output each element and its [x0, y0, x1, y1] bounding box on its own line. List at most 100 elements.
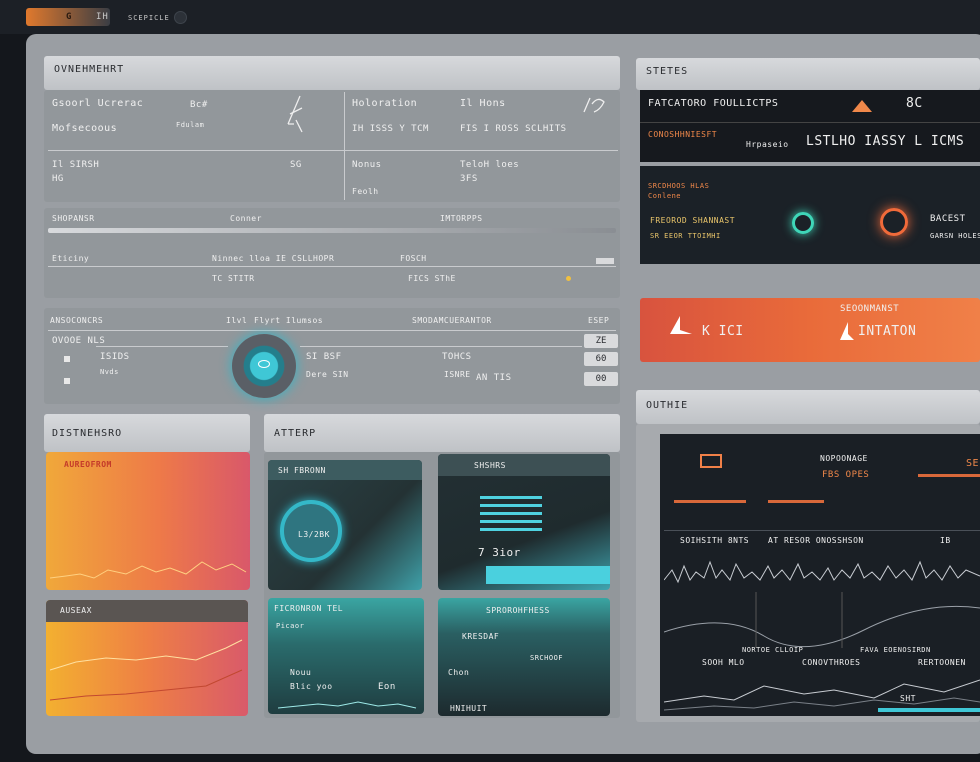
attend-card[interactable]: SPROROHFHESS KRESDAF SRCHOOF Chon HNIHUI…	[438, 598, 610, 716]
divider	[300, 346, 582, 347]
chart-label: SHT	[900, 694, 916, 703]
chart-label: IB	[940, 536, 951, 545]
outline-header: OUTHIE	[636, 390, 980, 424]
detail-label: FREOROD SHANNAST	[650, 216, 736, 225]
pen-icon[interactable]	[280, 94, 308, 140]
distress-title: DISTNEHSRO	[52, 428, 123, 439]
table-cell: FOSCH	[400, 254, 427, 263]
card-text: KRESDAF	[462, 632, 500, 641]
bar	[768, 500, 824, 503]
column-header: ANSOCONCRS	[50, 316, 104, 325]
table-panel	[44, 208, 620, 298]
eye-icon	[258, 360, 270, 368]
divider	[48, 266, 616, 267]
chart-label: RERTOONEN	[918, 658, 966, 667]
column-header: SHOPANSR	[52, 214, 95, 223]
mini-bar	[596, 258, 614, 264]
metric-label: OVOOE NLS	[52, 336, 106, 346]
card-text: Chon	[448, 668, 470, 677]
overview-value: SG	[290, 160, 302, 170]
overview-label: Holoration	[352, 98, 418, 109]
metric-button[interactable]: ZE	[584, 334, 618, 348]
column-header: ESEP	[588, 316, 610, 325]
bar	[480, 496, 542, 499]
card-title: AUSEAX	[60, 606, 92, 615]
distress-header: DISTNEHSRO	[44, 414, 250, 452]
overview-label: Nonus	[352, 160, 382, 170]
overview-title: OVNEHMEHRT	[54, 64, 125, 75]
card-title: SH FBRONN	[278, 466, 326, 475]
chart-label: NOPOONAGE	[820, 454, 868, 463]
detail-label: SR EEOR TTOIMHI	[650, 232, 721, 240]
chart-value: SE	[966, 458, 980, 469]
overview-label: Il SIRSH	[52, 160, 100, 170]
metric-button[interactable]: 00	[584, 372, 618, 386]
chart-label: SOIHSITH 8NTS	[680, 536, 750, 545]
card-title: SPROROHFHESS	[486, 606, 550, 615]
card-text: SRCHOOF	[530, 654, 564, 662]
alert-label: SEOONMANST	[840, 304, 900, 314]
divider	[664, 530, 980, 531]
card-value: Eon	[378, 682, 396, 692]
column-header: IMTORPPS	[440, 214, 483, 223]
link-icon[interactable]	[578, 94, 610, 116]
banner-title: FATCATORO FOULLICTPS	[648, 98, 779, 109]
divider	[344, 92, 345, 200]
overview-label: Mofsecoous	[52, 123, 118, 134]
chart-icon	[700, 454, 722, 468]
network-chart	[664, 679, 980, 712]
warning-icon	[852, 100, 872, 112]
detail-label: SRCDHOOS HLAS	[648, 182, 710, 190]
chart-label: NORTOE CLLOIP	[742, 646, 804, 654]
attend-card[interactable]: SH FBRONN L3/2BK	[268, 460, 422, 590]
metric-label: ISIDS	[100, 352, 130, 362]
distress-card[interactable]: AUSEAX	[46, 600, 248, 716]
table-cell: Ninnec lloa IE CSLLHOPR	[212, 254, 335, 263]
bar	[918, 474, 980, 477]
card-value: 7 3ior	[478, 546, 521, 559]
alert-text: K ICI	[702, 324, 744, 339]
card-header	[438, 454, 610, 476]
overview-value: Il Hons	[460, 98, 506, 109]
overview-value: Fdulam	[176, 121, 205, 129]
table-row-label: Eticiny	[52, 254, 90, 263]
attend-card[interactable]: SHSHRS 7 3ior	[438, 454, 610, 590]
column-header: Ilvl	[226, 316, 248, 325]
states-sub: CONOSHHNIESFT	[648, 130, 718, 139]
highlight-bar	[486, 566, 610, 584]
bar	[480, 512, 542, 515]
metric-button[interactable]: 60	[584, 352, 618, 366]
attend-title: ATTERP	[274, 428, 317, 439]
metric-label: Dere SIN	[306, 370, 349, 379]
card-title: SHSHRS	[474, 461, 506, 470]
chart-label: CONOVTHROES	[802, 658, 861, 667]
donut-value: L3/2BK	[298, 530, 330, 539]
status-dot-icon[interactable]	[174, 11, 187, 24]
menu-item[interactable]: SCEPICLE	[128, 14, 170, 22]
divider	[48, 330, 616, 331]
chart-value: FBS OPES	[822, 470, 870, 480]
progress-bar	[48, 228, 616, 233]
sparkline-chart	[278, 701, 417, 709]
card-title: FICRONRON TEL	[274, 604, 344, 613]
checkbox[interactable]	[64, 356, 70, 362]
overview-header: OVNEHMEHRT	[44, 56, 620, 90]
overview-value: HG	[52, 174, 64, 184]
card-text: Picaor	[276, 622, 305, 630]
detail-label: BACEST	[930, 214, 966, 224]
overview-value: FIS I ROSS SCLHITS	[460, 124, 567, 134]
overview-value: 3FS	[460, 174, 478, 184]
attend-card[interactable]: FICRONRON TEL Picaor Nouu Blic yoo Eon	[268, 598, 424, 714]
metric-label: ISNRE	[444, 370, 471, 379]
menu-item[interactable]: IH	[96, 12, 109, 22]
bar	[480, 520, 542, 523]
card-text: HNIHUIT	[450, 704, 488, 713]
bar	[480, 528, 542, 531]
table-cell: FICS SThE	[408, 274, 456, 283]
card-text: Nouu	[290, 668, 312, 677]
metric-label: SI BSF	[306, 352, 342, 362]
checkbox[interactable]	[64, 378, 70, 384]
divider	[96, 346, 228, 347]
distress-card[interactable]: AUREOFROM	[46, 452, 250, 590]
overview-label: IH ISSS Y TCM	[352, 124, 429, 134]
